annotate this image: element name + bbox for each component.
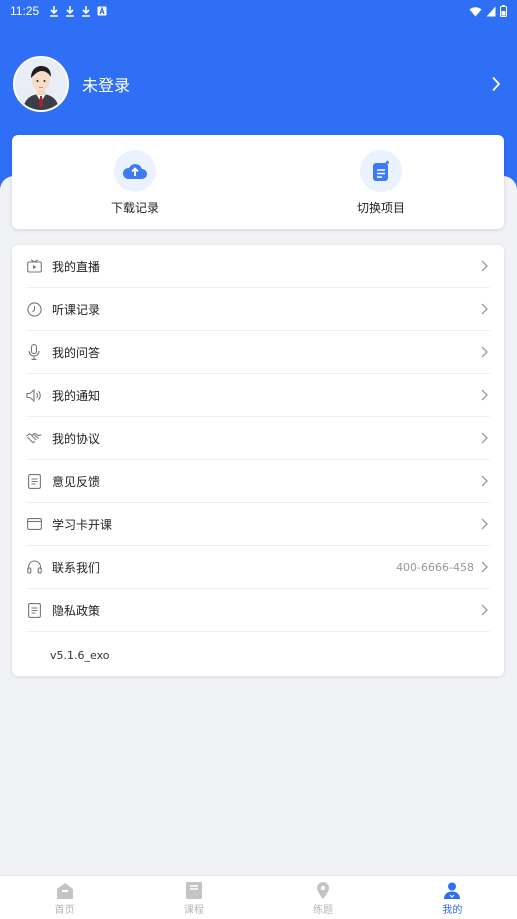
- download-icon: [66, 6, 75, 17]
- course-icon: [185, 882, 202, 899]
- profile-icon: [444, 882, 461, 899]
- tab-mine[interactable]: 我的: [388, 876, 517, 919]
- chevron-right-icon: [481, 561, 488, 573]
- switch-project-icon-wrap: [360, 150, 402, 192]
- menu-item-label: 学习卡开课: [52, 517, 113, 532]
- home-icon: [56, 883, 73, 899]
- chevron-right-icon: [481, 303, 488, 315]
- menu-list: 我的直播 听课记录 我的问答 我的通知 我的协议 意见反馈 学习卡开课 联系我们…: [12, 245, 504, 676]
- card-icon: [26, 516, 42, 532]
- switch-project-button[interactable]: 切换项目: [258, 135, 504, 229]
- profile-header[interactable]: 未登录: [13, 56, 503, 112]
- microphone-icon: [26, 344, 42, 360]
- menu-item-my-agreements[interactable]: 我的协议: [26, 417, 490, 460]
- download-records-button[interactable]: 下载记录: [12, 135, 258, 229]
- quick-actions-card: 下载记录 切换项目: [12, 135, 504, 229]
- tab-label: 课程: [183, 905, 204, 916]
- menu-item-label: 听课记录: [52, 302, 101, 317]
- live-tv-icon: [26, 258, 42, 274]
- download-icon: [50, 6, 59, 17]
- contact-phone-number: 400-6666-458: [396, 560, 474, 574]
- chevron-right-icon[interactable]: [491, 76, 501, 92]
- menu-item-feedback[interactable]: 意见反馈: [26, 460, 490, 503]
- menu-item-label: 意见反馈: [52, 474, 101, 489]
- cloud-upload-icon: [122, 164, 147, 179]
- tab-courses[interactable]: 课程: [129, 876, 258, 919]
- download-records-label: 下载记录: [110, 201, 159, 215]
- tab-label: 首页: [54, 905, 75, 916]
- menu-item-study-card[interactable]: 学习卡开课: [26, 503, 490, 546]
- wifi-icon: [469, 6, 482, 16]
- status-bar: 11:25: [0, 0, 517, 22]
- avatar[interactable]: [13, 56, 69, 112]
- headphones-icon: [26, 559, 42, 575]
- clock-icon: [26, 301, 42, 317]
- menu-item-listening-history[interactable]: 听课记录: [26, 288, 490, 331]
- menu-item-label: 我的协议: [52, 431, 101, 446]
- chevron-right-icon: [481, 604, 488, 616]
- document-icon: [26, 473, 42, 489]
- status-notifications: [49, 5, 107, 17]
- menu-item-label: 我的通知: [52, 388, 101, 403]
- tab-label: 我的: [442, 905, 463, 916]
- signal-icon: [486, 6, 496, 16]
- tab-label: 练题: [313, 905, 334, 916]
- menu-item-label: 我的问答: [52, 345, 101, 360]
- a-icon: [97, 6, 107, 16]
- speaker-icon: [26, 387, 42, 403]
- menu-item-privacy-policy[interactable]: 隐私政策: [26, 589, 490, 632]
- document-icon: [26, 602, 42, 618]
- menu-item-label: 隐私政策: [52, 603, 101, 618]
- tab-practice[interactable]: 练题: [259, 876, 388, 919]
- download-records-icon-wrap: [114, 150, 156, 192]
- chevron-right-icon: [481, 260, 488, 272]
- status-system-icons: [469, 5, 507, 17]
- menu-item-label: 联系我们: [52, 560, 101, 575]
- bottom-tab-bar: 首页 课程 练题 我的: [0, 875, 517, 919]
- tab-home[interactable]: 首页: [0, 876, 129, 919]
- avatar-illustration-icon: [15, 58, 67, 110]
- practice-icon: [317, 882, 330, 899]
- chevron-right-icon: [481, 475, 488, 487]
- switch-project-label: 切换项目: [356, 201, 405, 215]
- app-version: v5.1.6_exo: [50, 649, 110, 662]
- menu-item-my-live[interactable]: 我的直播: [26, 245, 490, 288]
- menu-item-label: 我的直播: [52, 259, 101, 274]
- login-status-label[interactable]: 未登录: [82, 72, 130, 96]
- chevron-right-icon: [481, 346, 488, 358]
- download-icon: [82, 6, 91, 17]
- menu-item-my-notifications[interactable]: 我的通知: [26, 374, 490, 417]
- status-time: 11:25: [10, 4, 40, 18]
- handshake-icon: [26, 430, 42, 446]
- menu-item-my-qa[interactable]: 我的问答: [26, 331, 490, 374]
- switch-project-icon: [373, 160, 389, 181]
- chevron-right-icon: [481, 389, 488, 401]
- battery-icon: [500, 5, 507, 17]
- menu-item-contact-us[interactable]: 联系我们 400-6666-458: [26, 546, 490, 589]
- chevron-right-icon: [481, 518, 488, 530]
- chevron-right-icon: [481, 432, 488, 444]
